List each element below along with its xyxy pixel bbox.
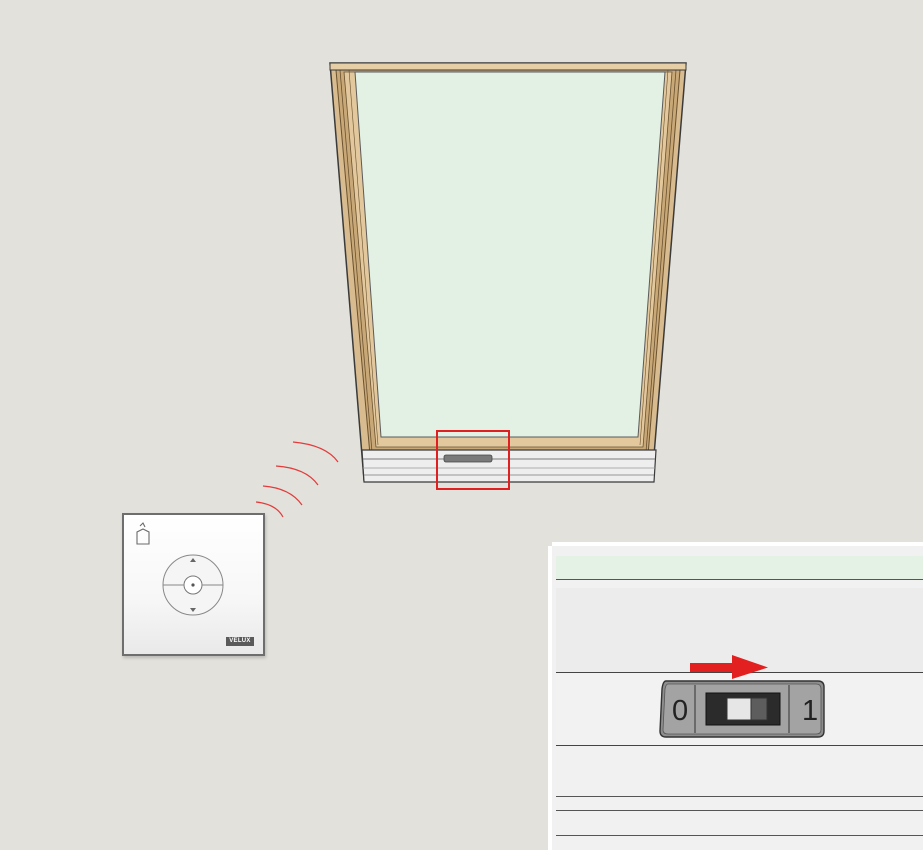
remote-face — [136, 522, 224, 616]
window-glass — [354, 71, 666, 438]
velux-logo: VELUX — [226, 637, 254, 646]
power-switch-slot — [443, 454, 493, 463]
signal-waves — [255, 441, 339, 518]
window-glyph-icon — [136, 522, 150, 545]
detail-trim-line — [556, 797, 923, 811]
roof-window — [329, 62, 687, 483]
switch-off-label: 0 — [672, 695, 689, 727]
switch-detail-panel: 0 1 — [552, 546, 923, 850]
switch-on-label: 1 — [802, 695, 819, 727]
detail-bottom-line — [556, 811, 923, 836]
detail-lower-band — [556, 746, 923, 797]
detail-glass-band — [556, 556, 923, 580]
wall-remote[interactable]: VELUX — [122, 513, 265, 656]
switch-direction-arrow-icon — [690, 655, 768, 679]
